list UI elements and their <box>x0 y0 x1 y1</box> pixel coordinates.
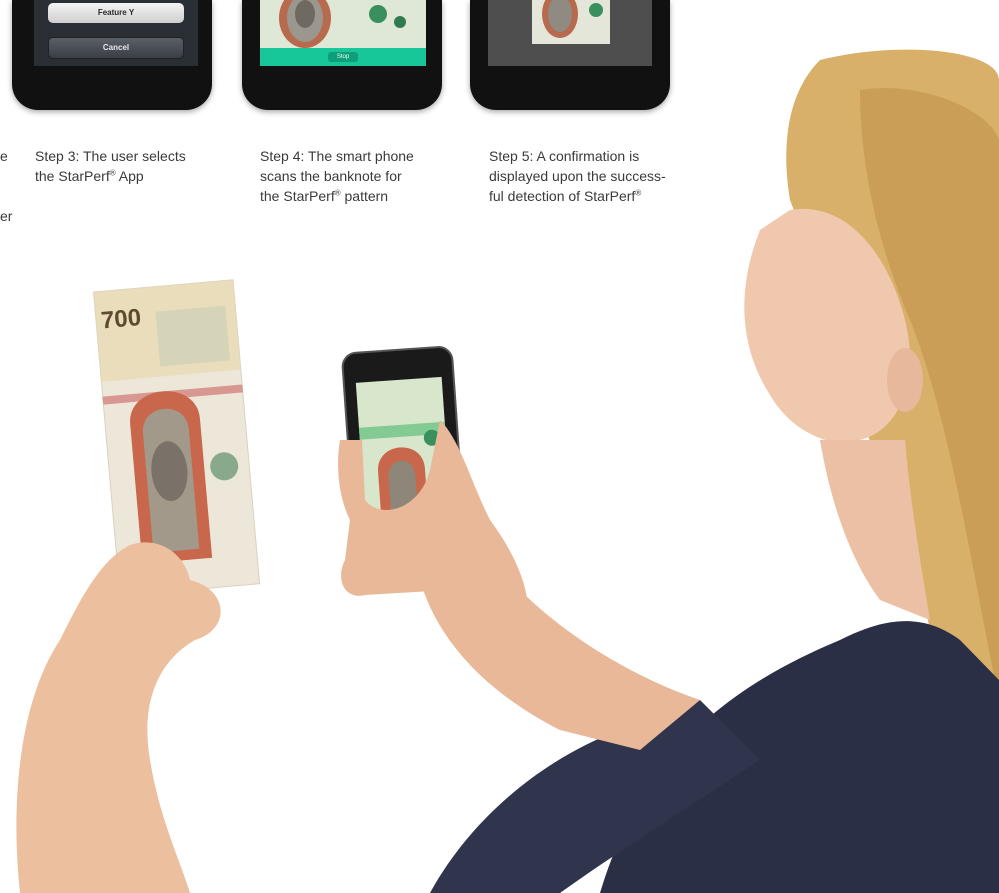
hand-image <box>16 542 221 893</box>
banknote-denomination: 700 <box>100 304 142 334</box>
woman-image <box>420 49 999 893</box>
banknote-image: 700 <box>92 279 261 597</box>
hero-illustration: 700 <box>16 49 999 893</box>
